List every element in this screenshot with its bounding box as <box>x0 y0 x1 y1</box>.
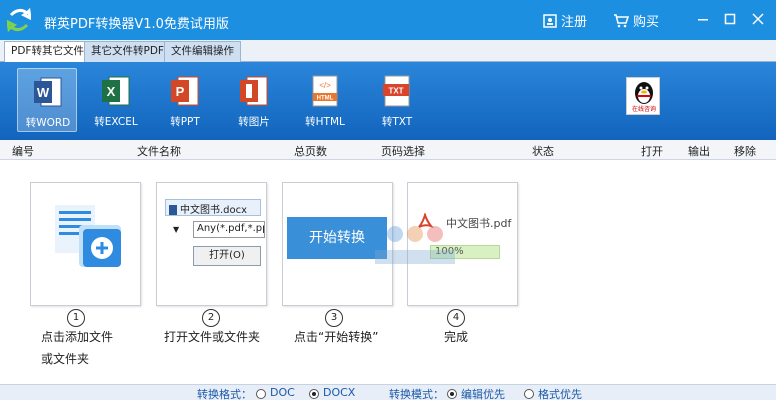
close-button[interactable] <box>747 8 769 30</box>
col-status: 状态 <box>532 145 554 158</box>
ribbon-toolbar: W 转WORD X 转EXCEL P 转PPT 转图片 </> HTML 转HT… <box>0 62 776 140</box>
convert-image-button[interactable]: 转图片 <box>224 68 284 132</box>
convert-txt-label: 转TXT <box>381 116 413 128</box>
step-1-number: 1 <box>67 309 85 327</box>
excel-icon: X <box>102 76 130 106</box>
maximize-button[interactable] <box>719 8 741 30</box>
dropdown-arrow-icon: ▼ <box>173 225 180 234</box>
svg-text:W: W <box>37 85 50 100</box>
open-dialog-filter: Any(*.pdf,*.ppt,* <box>193 221 265 238</box>
mode-edit-label[interactable]: 编辑优先 <box>461 386 505 400</box>
col-page-select: 页码选择 <box>381 145 425 158</box>
image-icon <box>240 76 268 106</box>
tab-file-edit[interactable]: 文件编辑操作 <box>164 41 241 62</box>
step-1-desc-line2: 或文件夹 <box>41 352 90 366</box>
col-output: 输出 <box>688 145 710 158</box>
minimize-button[interactable] <box>692 8 714 30</box>
buy-label: 购买 <box>633 15 660 30</box>
step-3-number: 3 <box>325 309 343 327</box>
app-logo-icon <box>7 7 31 33</box>
tab-other-to-pdf[interactable]: 其它文件转PDF <box>84 41 171 62</box>
word-icon: W <box>34 77 62 107</box>
open-file-card[interactable]: 中文图书.docx ▼ Any(*.pdf,*.ppt,* 打开(O) <box>156 182 267 306</box>
svg-text:P: P <box>176 84 185 99</box>
cart-icon <box>614 13 629 27</box>
register-icon <box>543 13 557 28</box>
col-remove: 移除 <box>734 145 756 158</box>
step-4-number: 4 <box>447 309 465 327</box>
ppt-icon: P <box>171 76 199 106</box>
convert-excel-label: 转EXCEL <box>94 116 138 128</box>
minimize-icon <box>698 19 708 21</box>
step-4-desc: 完成 <box>444 330 469 344</box>
format-doc-radio[interactable] <box>256 389 266 399</box>
options-bar: 转换格式： DOC DOCX 转换模式： 编辑优先 格式优先 <box>0 384 776 400</box>
close-icon <box>752 13 764 25</box>
format-docx-label[interactable]: DOCX <box>323 386 355 399</box>
qq-penguin-icon <box>635 82 653 104</box>
txt-icon: TXT <box>383 75 410 107</box>
mode-format-label[interactable]: 格式优先 <box>538 386 582 400</box>
doc-file-icon <box>169 205 177 215</box>
svg-text:</>: </> <box>319 81 331 90</box>
convert-word-button[interactable]: W 转WORD <box>17 68 77 132</box>
step-1-desc-line1: 点击添加文件 <box>41 330 114 344</box>
svg-text:TXT: TXT <box>388 87 403 96</box>
register-label: 注册 <box>561 15 588 30</box>
step-2-number: 2 <box>202 309 220 327</box>
svg-text:X: X <box>107 84 116 99</box>
watermark-logo <box>375 226 455 264</box>
convert-excel-button[interactable]: X 转EXCEL <box>86 68 146 132</box>
open-dialog-filename-text: 中文图书.docx <box>180 205 248 216</box>
convert-image-label: 转图片 <box>238 116 270 128</box>
window-title: 群英PDF转换器V1.0免费试用版 <box>44 17 229 32</box>
convert-html-button[interactable]: </> HTML 转HTML <box>295 68 355 132</box>
mode-label: 转换模式： <box>389 388 444 400</box>
convert-txt-button[interactable]: TXT 转TXT <box>367 68 427 132</box>
register-button[interactable]: 注册 <box>543 11 587 30</box>
title-bar: 群英PDF转换器V1.0免费试用版 注册 购买 <box>0 0 776 40</box>
format-doc-label[interactable]: DOC <box>270 386 295 399</box>
convert-ppt-button[interactable]: P 转PPT <box>155 68 215 132</box>
convert-ppt-label: 转PPT <box>170 116 200 128</box>
step-3-desc: 点击“开始转换” <box>294 330 379 344</box>
col-filename: 文件名称 <box>137 145 181 158</box>
col-number: 编号 <box>12 145 34 158</box>
online-consult-label: 在线咨询 <box>631 106 656 113</box>
format-label: 转换格式： <box>197 388 252 400</box>
online-consult-button[interactable]: 在线咨询 <box>626 77 660 115</box>
open-dialog-filename: 中文图书.docx <box>165 199 261 216</box>
file-list-header: 编号 文件名称 总页数 页码选择 状态 打开 输出 移除 <box>0 140 776 160</box>
step-2-desc: 打开文件或文件夹 <box>164 330 261 344</box>
convert-word-label: 转WORD <box>25 117 71 129</box>
tab-pdf-to-other[interactable]: PDF转其它文件 <box>4 41 91 63</box>
col-open: 打开 <box>641 145 663 158</box>
format-docx-radio[interactable] <box>309 389 319 399</box>
tab-strip: PDF转其它文件 其它文件转PDF 文件编辑操作 <box>0 40 776 63</box>
col-total-pages: 总页数 <box>294 145 327 158</box>
mode-edit-radio[interactable] <box>447 389 457 399</box>
buy-button[interactable]: 购买 <box>613 11 659 30</box>
html-icon: </> HTML <box>312 75 338 107</box>
open-dialog-open-button: 打开(O) <box>193 246 261 266</box>
add-file-card[interactable] <box>30 182 141 306</box>
svg-text:HTML: HTML <box>317 96 334 102</box>
add-document-icon <box>55 205 121 267</box>
convert-html-label: 转HTML <box>305 116 345 128</box>
mode-format-radio[interactable] <box>524 389 534 399</box>
maximize-icon <box>724 13 736 25</box>
